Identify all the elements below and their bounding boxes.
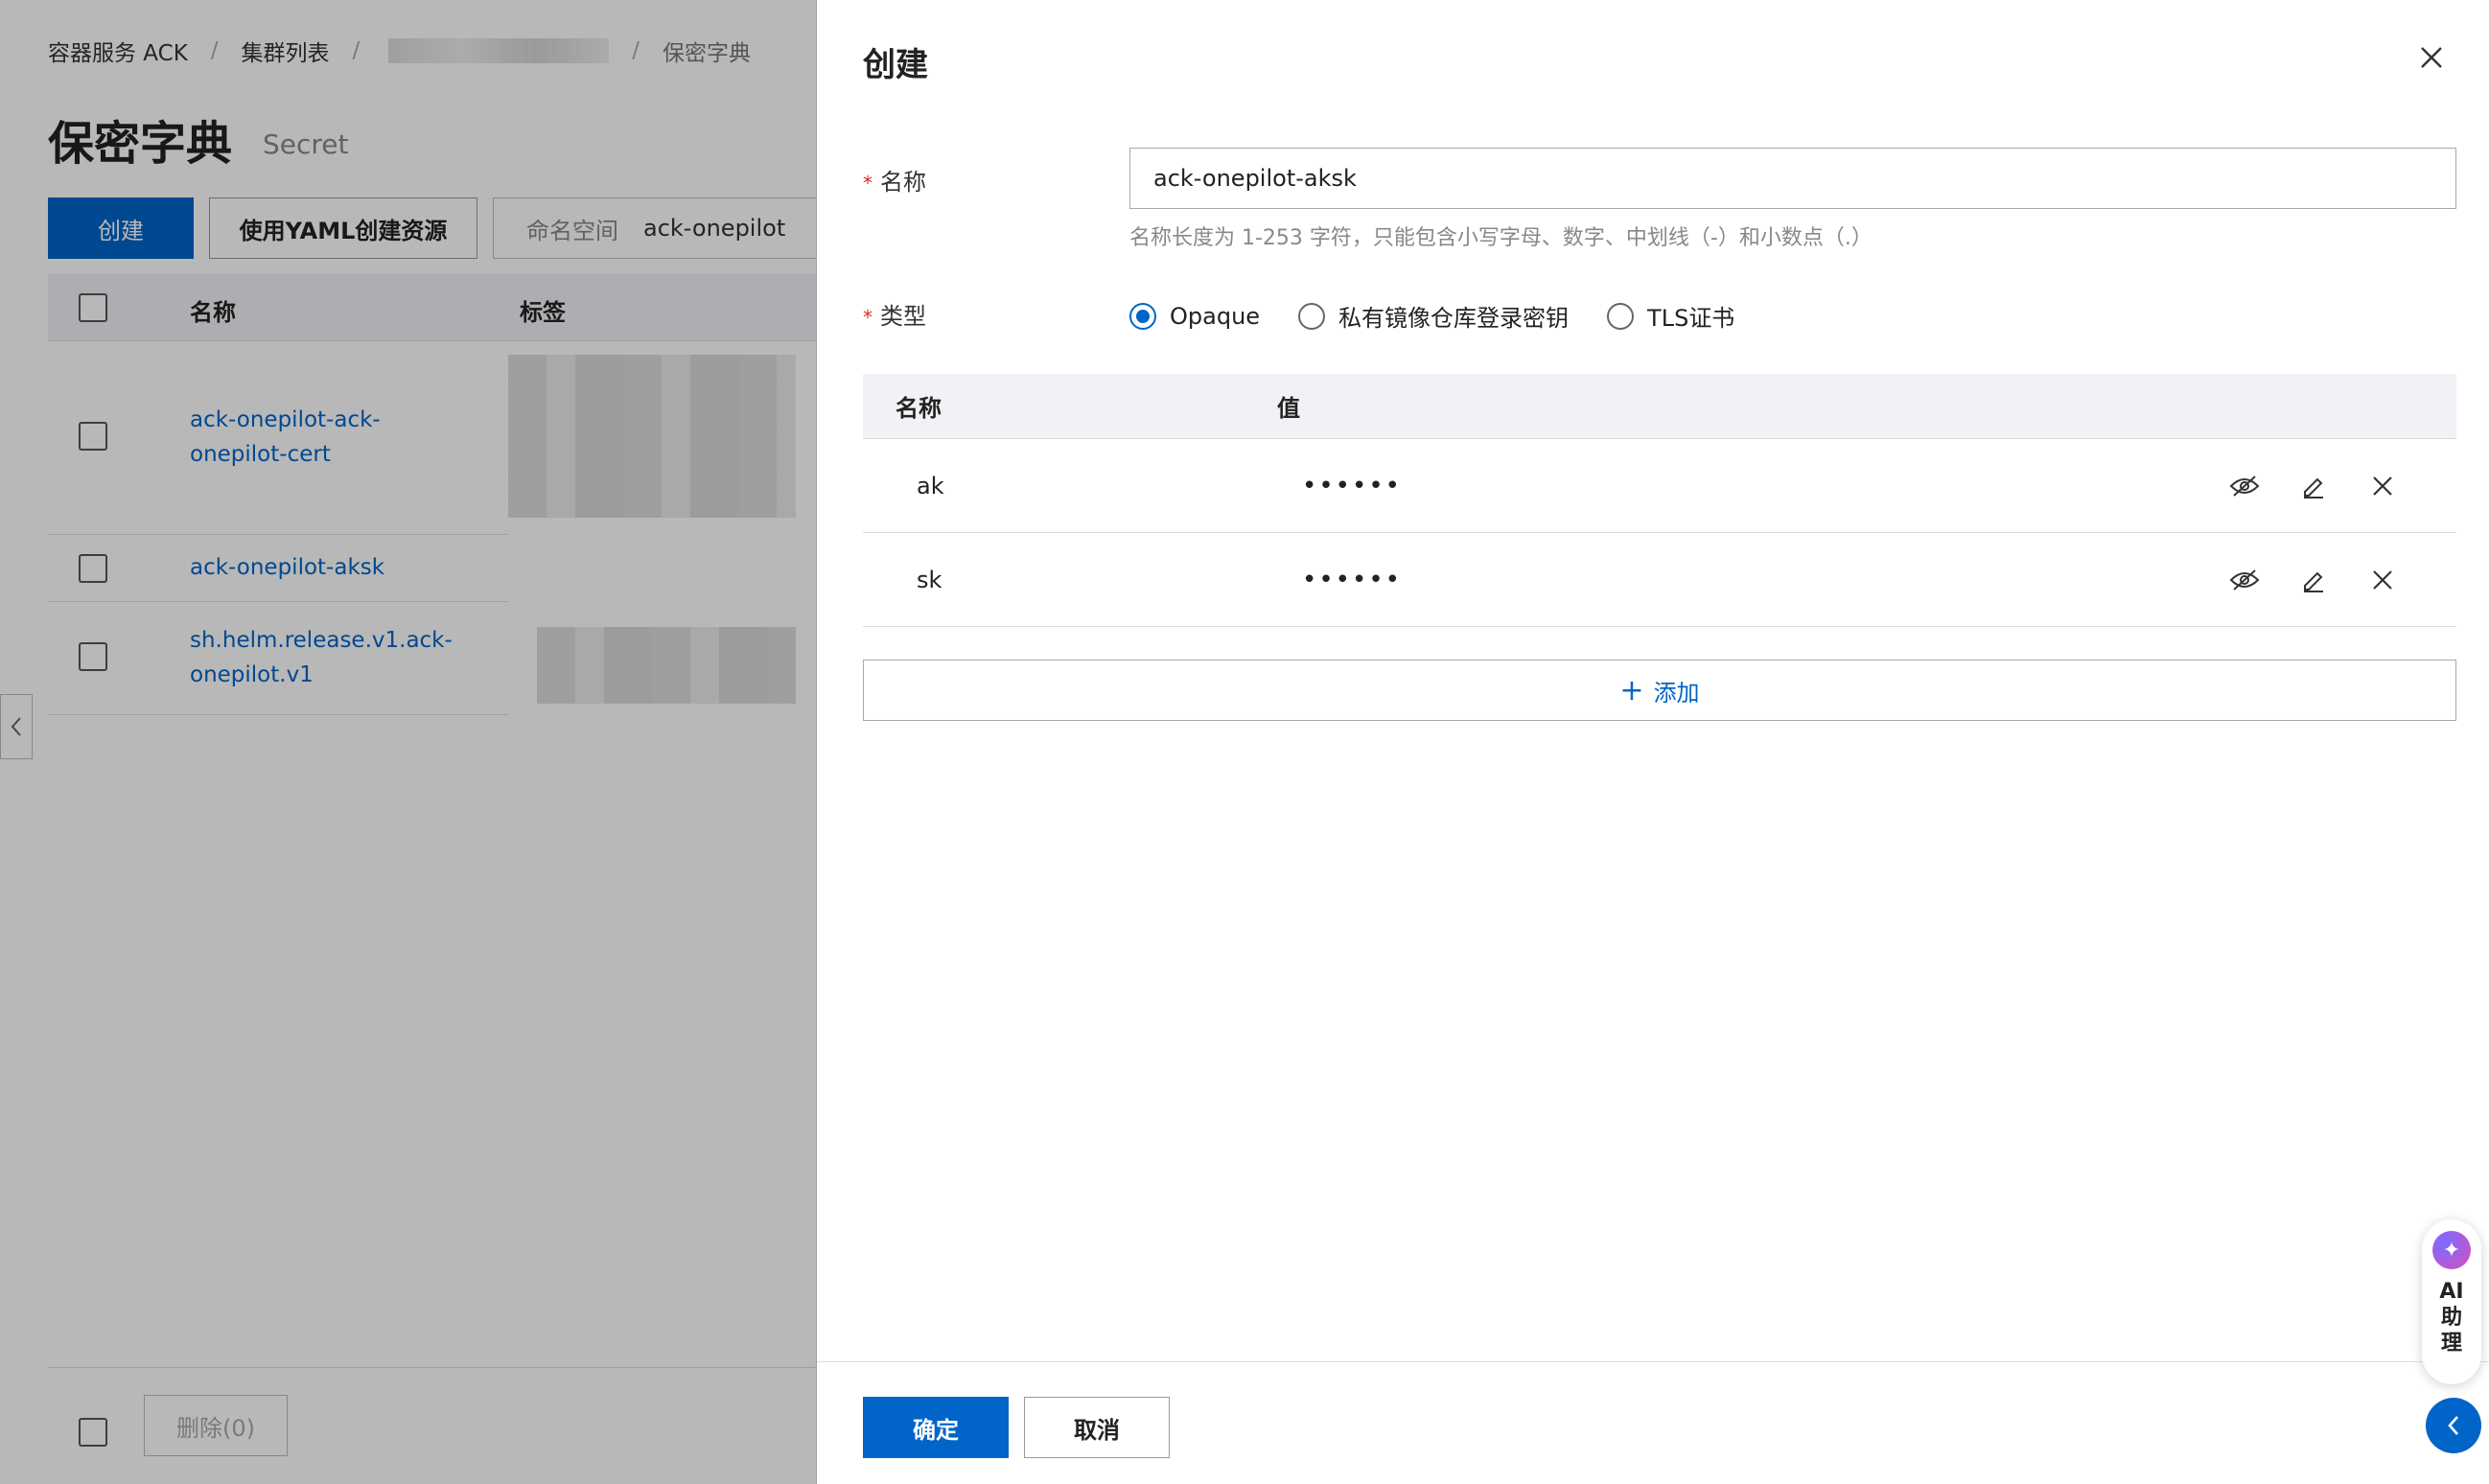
close-icon bbox=[2373, 475, 2392, 496]
kv-key: ak bbox=[917, 472, 944, 499]
type-option-opaque[interactable]: Opaque bbox=[1129, 302, 1260, 330]
eye-off-icon bbox=[2229, 568, 2260, 591]
name-field-label: * 名称 bbox=[863, 169, 926, 196]
cancel-button[interactable]: 取消 bbox=[1024, 1397, 1170, 1458]
plus-icon: + bbox=[1619, 673, 1644, 707]
name-hint: 名称长度为 1-253 字符，只能包含小写字母、数字、中划线（-）和小数点（.） bbox=[1129, 226, 1873, 250]
edit-button[interactable] bbox=[2297, 564, 2330, 596]
radio-selected-icon bbox=[1129, 302, 1156, 330]
pencil-icon bbox=[2304, 477, 2323, 499]
edit-button[interactable] bbox=[2297, 470, 2330, 502]
ai-assistant-label: AI助理 bbox=[2439, 1280, 2464, 1356]
close-icon bbox=[2421, 47, 2442, 68]
kv-key: sk bbox=[917, 566, 942, 593]
secret-name-input[interactable] bbox=[1129, 148, 2456, 209]
kv-value-masked: •••••• bbox=[1302, 471, 1403, 500]
pencil-icon bbox=[2304, 571, 2323, 592]
kv-row: sk •••••• bbox=[863, 533, 2456, 627]
type-option-tls[interactable]: TLS证书 bbox=[1607, 299, 1734, 333]
key-value-table: 名称 值 ak •••••• sk •••••• bbox=[863, 374, 2456, 627]
type-radio-group: Opaque 私有镜像仓库登录密钥 TLS证书 bbox=[1129, 299, 1773, 333]
add-entry-button[interactable]: + 添加 bbox=[863, 660, 2456, 721]
drawer-title: 创建 bbox=[863, 46, 928, 84]
required-marker: * bbox=[863, 306, 872, 329]
close-icon bbox=[2373, 569, 2392, 590]
toggle-visibility-button[interactable] bbox=[2228, 564, 2261, 596]
create-secret-drawer: 创建 *名称 名称长度为 1-253 字符，只能包含小写字母、数字、中划线（-）… bbox=[817, 0, 2489, 1484]
close-button[interactable] bbox=[2412, 38, 2451, 77]
chevron-left-icon bbox=[2448, 1416, 2458, 1435]
delete-row-button[interactable] bbox=[2366, 470, 2399, 502]
radio-unselected-icon bbox=[1298, 302, 1326, 330]
toggle-visibility-button[interactable] bbox=[2228, 470, 2261, 502]
ai-assistant-icon: ✦ bbox=[2432, 1231, 2471, 1269]
type-field-label: * 类型 bbox=[863, 303, 926, 330]
type-option-registry-auth[interactable]: 私有镜像仓库登录密钥 bbox=[1298, 299, 1569, 333]
required-marker: * bbox=[863, 172, 872, 195]
kv-column-value: 值 bbox=[1277, 395, 1300, 422]
eye-off-icon bbox=[2229, 475, 2260, 497]
delete-row-button[interactable] bbox=[2366, 564, 2399, 596]
collapse-panel-button[interactable] bbox=[2426, 1398, 2481, 1453]
drawer-footer: 确定 取消 bbox=[817, 1361, 2489, 1484]
confirm-button[interactable]: 确定 bbox=[863, 1397, 1009, 1458]
ai-assistant-widget[interactable]: ✦ AI助理 bbox=[2422, 1219, 2481, 1384]
kv-column-name: 名称 bbox=[896, 395, 942, 422]
radio-unselected-icon bbox=[1607, 302, 1635, 330]
kv-table-header: 名称 值 bbox=[863, 374, 2456, 439]
modal-mask[interactable] bbox=[0, 0, 817, 1484]
kv-row: ak •••••• bbox=[863, 439, 2456, 533]
kv-value-masked: •••••• bbox=[1302, 565, 1403, 594]
